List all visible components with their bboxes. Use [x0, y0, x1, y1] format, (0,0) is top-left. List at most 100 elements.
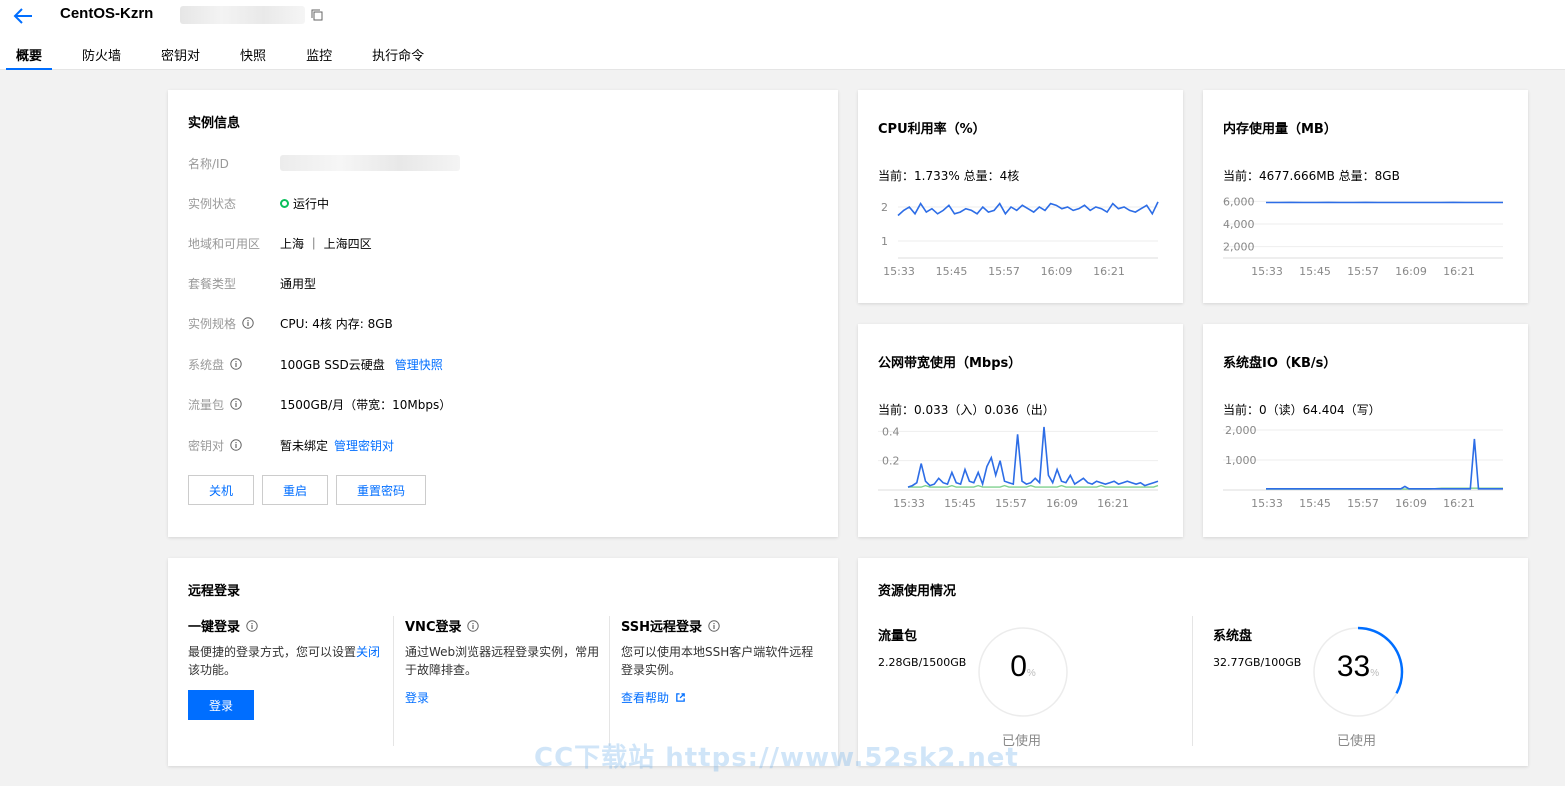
info-row-status: 实例状态 运行中 — [188, 196, 330, 211]
y-tick-label: 1 — [881, 235, 888, 248]
bandwidth-line-chart: 0.2 0.4 15:33 15:45 15:57 16:09 16:21 — [878, 425, 1159, 510]
info-row-traffic: 流量包 1500GB/月（带宽：10Mbps） — [188, 397, 452, 412]
info-row-name: 名称/ID — [188, 153, 460, 173]
x-tick-label: 16:09 — [1395, 265, 1427, 278]
help-circle-icon[interactable] — [230, 358, 242, 370]
plan-value: 通用型 — [280, 276, 317, 291]
help-circle-icon[interactable] — [246, 619, 258, 632]
traffic-percent: 0% — [1010, 650, 1036, 683]
column-divider — [609, 616, 610, 746]
column-divider — [1192, 616, 1193, 746]
one-click-login-title: 一键登录 — [188, 620, 241, 635]
one-click-login-section: 一键登录 最便捷的登录方式，您可以设置关闭该功能。 — [188, 616, 388, 679]
ssh-login-section: SSH远程登录 您可以使用本地SSH客户端软件远程登录实例。 查看帮助 — [621, 616, 821, 706]
system-disk-value: 100GB SSD云硬盘 — [280, 357, 385, 372]
back-arrow-icon[interactable] — [12, 6, 34, 26]
resource-usage-title: 资源使用情况 — [878, 584, 957, 599]
x-tick-label: 16:21 — [1443, 265, 1475, 278]
cpu-line-chart: 1 2 15:33 15:45 15:57 16:09 16:21 — [881, 201, 1159, 278]
vnc-login-desc: 通过Web浏览器远程登录实例，常用于故障排查。 — [405, 645, 600, 677]
ssh-login-title: SSH远程登录 — [621, 620, 703, 635]
x-tick-label: 15:45 — [944, 497, 976, 510]
x-tick-label: 15:33 — [893, 497, 925, 510]
x-tick-label: 16:21 — [1093, 265, 1125, 278]
vnc-login-section: VNC登录 通过Web浏览器远程登录实例，常用于故障排查。 登录 — [405, 616, 601, 706]
help-circle-icon[interactable] — [230, 439, 242, 451]
watermark: CC下载站 https://www.52sk2.net — [534, 743, 1019, 773]
tab-monitor[interactable]: 监控 — [306, 45, 332, 70]
help-circle-icon[interactable] — [708, 619, 720, 632]
y-tick-label: 2,000 — [1225, 424, 1257, 437]
remote-login-card: 远程登录 一键登录 最便捷的登录方式，您可以设置关闭该功能。 登录 VNC登录 … — [168, 558, 838, 766]
top-bar: CentOS-Kzrn 概要 防火墙 密钥对 快照 监控 执行命令 — [0, 0, 1565, 70]
system-disk-label: 系统盘 — [1213, 629, 1253, 644]
manage-snapshot-link[interactable]: 管理快照 — [395, 356, 443, 373]
traffic-usage-value: 2.28GB/1500GB — [878, 656, 967, 669]
x-tick-label: 15:45 — [936, 265, 968, 278]
y-tick-label: 4,000 — [1223, 218, 1255, 231]
instance-name-blurred — [280, 155, 460, 171]
series-line — [1266, 438, 1503, 490]
page-title: CentOS-Kzrn — [60, 5, 154, 22]
status-value: 运行中 — [293, 196, 330, 211]
x-tick-label: 15:33 — [883, 265, 915, 278]
restart-button[interactable]: 重启 — [262, 475, 328, 505]
view-help-link[interactable]: 查看帮助 — [621, 689, 669, 706]
instance-info-title: 实例信息 — [188, 116, 241, 131]
login-button[interactable]: 登录 — [188, 690, 254, 720]
series-line — [908, 484, 1159, 488]
help-circle-icon[interactable] — [230, 398, 242, 410]
vnc-login-link[interactable]: 登录 — [405, 689, 601, 706]
series-line — [907, 426, 1159, 488]
x-tick-label: 15:57 — [988, 265, 1020, 278]
x-tick-label: 15:33 — [1251, 265, 1283, 278]
tab-keypair[interactable]: 密钥对 — [161, 45, 200, 70]
tab-run-command[interactable]: 执行命令 — [372, 45, 424, 70]
disk-io-card: 系统盘IO（KB/s） 当前：0（读）64.404（写） 1,000 2,000 1… — [1203, 324, 1528, 537]
x-tick-label: 16:09 — [1041, 265, 1073, 278]
info-row-plan: 套餐类型 通用型 — [188, 276, 317, 291]
manage-keypair-link[interactable]: 管理密钥对 — [334, 437, 394, 454]
running-status-icon — [280, 198, 289, 208]
y-tick-label: 1,000 — [1225, 454, 1257, 467]
y-tick-label: 2 — [881, 201, 888, 214]
memory-line-chart: 2,000 4,000 6,000 15:33 15:45 15:57 16:09 16:21 — [1223, 195, 1503, 278]
memory-usage-card: 内存使用量（MB） 当前：4677.666MB 总量：8GB 2,000 4,00… — [1203, 90, 1528, 303]
external-link-icon[interactable] — [675, 692, 686, 703]
y-tick-label: 0.4 — [882, 425, 900, 438]
x-tick-label: 15:33 — [1251, 497, 1283, 510]
y-tick-label: 6,000 — [1223, 195, 1255, 208]
y-tick-label: 0.2 — [882, 455, 900, 468]
y-tick-label: 2,000 — [1223, 241, 1255, 254]
tab-snapshot[interactable]: 快照 — [240, 45, 266, 70]
x-tick-label: 15:57 — [1347, 497, 1379, 510]
x-tick-label: 16:09 — [1046, 497, 1078, 510]
x-tick-label: 15:57 — [995, 497, 1027, 510]
series-line — [897, 201, 1159, 217]
info-row-spec: 实例规格 CPU: 4核 内存: 8GB — [188, 316, 393, 331]
shutdown-button[interactable]: 关机 — [188, 475, 254, 505]
disable-link[interactable]: 关闭 — [356, 645, 380, 659]
reset-password-button[interactable]: 重置密码 — [336, 475, 426, 505]
info-row-keypair: 密钥对 暂未绑定 管理密钥对 — [188, 437, 395, 454]
system-disk-usage-value: 32.77GB/100GB — [1213, 656, 1302, 669]
remote-login-title: 远程登录 — [188, 584, 241, 599]
region-value: 上海 ｜ 上海四区 — [280, 236, 372, 251]
copy-icon[interactable] — [311, 9, 323, 21]
tab-firewall[interactable]: 防火墙 — [82, 45, 121, 70]
x-tick-label: 16:21 — [1097, 497, 1129, 510]
x-tick-label: 15:45 — [1299, 265, 1331, 278]
info-row-system-disk: 系统盘 100GB SSD云硬盘 管理快照 — [188, 356, 443, 373]
keypair-value: 暂未绑定 — [280, 438, 329, 453]
disk-io-line-chart: 1,000 2,000 15:33 15:45 15:57 16:09 16:21 — [1223, 424, 1503, 510]
x-tick-label: 15:45 — [1299, 497, 1331, 510]
ssh-login-desc: 您可以使用本地SSH客户端软件远程登录实例。 — [621, 645, 814, 677]
traffic-value: 1500GB/月（带宽：10Mbps） — [280, 397, 452, 412]
help-circle-icon[interactable] — [467, 619, 480, 632]
tab-overview[interactable]: 概要 — [5, 45, 53, 70]
disk-percent: 33% — [1336, 650, 1380, 683]
spec-value: CPU: 4核 内存: 8GB — [280, 316, 393, 331]
bandwidth-usage-card: 公网带宽使用（Mbps） 当前：0.033（入）0.036（出） 0.2 0.4 1… — [858, 324, 1183, 537]
help-circle-icon[interactable] — [242, 317, 254, 329]
tab-bar: 概要 防火墙 密钥对 快照 监控 执行命令 — [5, 45, 464, 70]
